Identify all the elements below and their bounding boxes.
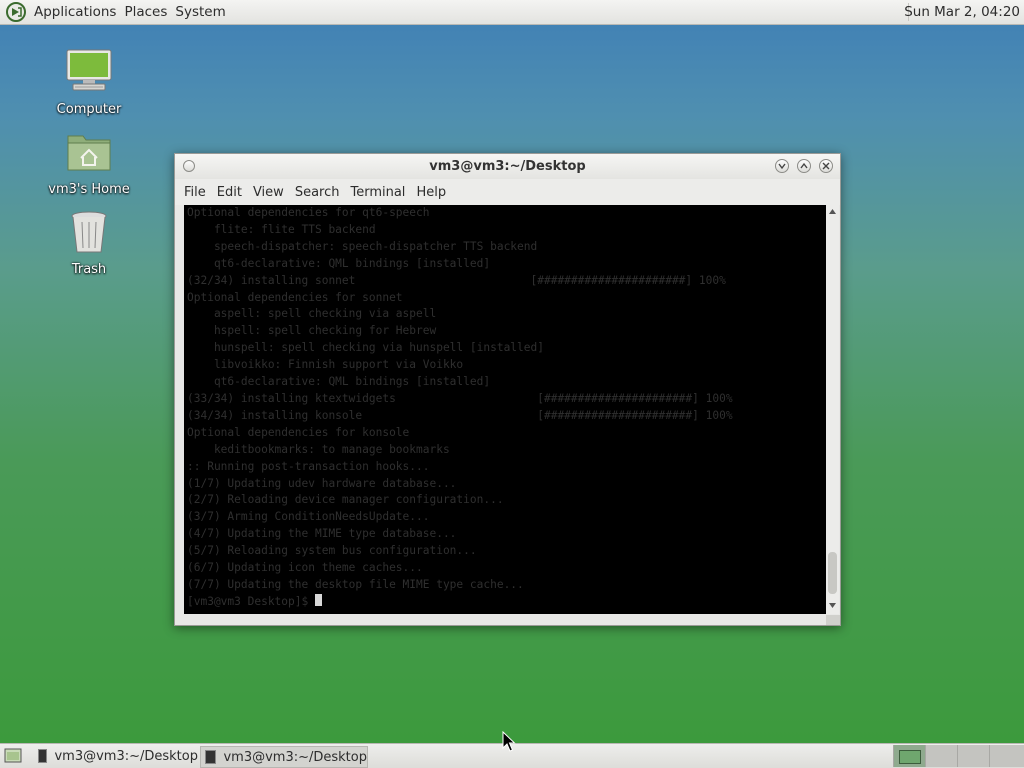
terminal-scrollbar[interactable] <box>826 205 839 614</box>
desktop-icon-trash[interactable]: Trash <box>44 208 134 277</box>
maximize-button[interactable] <box>797 159 811 173</box>
terminal-menubar: File Edit View Search Terminal Help <box>175 179 840 205</box>
terminal-line: :: Running post-transaction hooks... <box>187 459 430 473</box>
terminal-line: hspell: spell checking for Hebrew <box>213 324 437 338</box>
close-button[interactable] <box>819 159 833 173</box>
workspace-1[interactable] <box>893 745 925 767</box>
terminal-window[interactable]: vm3@vm3:~/Desktop File Edit View Search … <box>174 153 841 626</box>
terminal-line: (4/7) Updating the MIME type database... <box>187 527 457 541</box>
top-panel: Applications Places System Sun Mar 2, 04… <box>0 0 1024 25</box>
terminal-line: keditbookmarks: to manage bookmarks <box>213 442 450 456</box>
terminal-text: Optional dependencies for qt6-speech fli… <box>187 205 733 611</box>
terminal-line: (5/7) Reloading system bus configuration… <box>187 544 477 558</box>
terminal-line: (7/7) Updating the desktop file MIME typ… <box>187 577 524 591</box>
window-titlebar[interactable]: vm3@vm3:~/Desktop <box>175 154 840 179</box>
terminal-line: (1/7) Updating udev hardware database... <box>187 476 457 490</box>
terminal-line: (32/34) installing sonnet [#############… <box>187 273 726 287</box>
applications-menu[interactable]: Applications <box>30 4 120 20</box>
minimize-button[interactable] <box>775 159 789 173</box>
menu-terminal[interactable]: Terminal <box>341 185 411 200</box>
menu-search[interactable]: Search <box>286 185 346 200</box>
terminal-line: Optional dependencies for konsole <box>187 425 410 439</box>
clock[interactable]: Sun Mar 2, 04:20 <box>904 4 1020 20</box>
desktop-icon-label: vm3's Home <box>48 182 130 197</box>
taskbar-item-label: vm3@vm3:~/Desktop <box>54 748 198 764</box>
desktop-icon-computer[interactable]: Computer <box>44 48 134 117</box>
home-folder-icon <box>67 135 111 171</box>
terminal-line: (34/34) installing konsole [############… <box>187 408 733 422</box>
close-icon <box>822 162 830 170</box>
terminal-line: speech-dispatcher: speech-dispatcher TTS… <box>213 239 538 253</box>
terminal-icon <box>205 750 217 764</box>
scrollbar-thumb[interactable] <box>828 552 837 594</box>
desktop-icon-home[interactable]: vm3's Home <box>44 128 134 197</box>
chevron-down-icon <box>778 163 786 170</box>
terminal-lines: Optional dependencies for qt6-speech fli… <box>187 206 733 591</box>
taskbar-item-terminal-2[interactable]: vm3@vm3:~/Desktop <box>200 746 368 768</box>
trash-icon <box>71 211 107 253</box>
terminal-line: Optional dependencies for qt6-speech <box>187 206 430 219</box>
menu-help[interactable]: Help <box>407 185 452 200</box>
places-menu[interactable]: Places <box>120 4 171 20</box>
terminal-line: hunspell: spell checking via hunspell [i… <box>213 341 544 355</box>
scroll-up-icon[interactable] <box>829 209 836 214</box>
show-desktop-icon[interactable] <box>4 748 22 764</box>
terminal-line: libvoikko: Finnish support via Voikko <box>213 358 464 372</box>
menu-view[interactable]: View <box>244 185 290 200</box>
scroll-down-icon[interactable] <box>829 603 836 608</box>
mate-logo-icon[interactable] <box>6 2 26 22</box>
taskbar-item-terminal-1[interactable]: vm3@vm3:~/Desktop <box>34 746 198 766</box>
terminal-output[interactable]: Optional dependencies for qt6-speech fli… <box>184 205 826 614</box>
terminal-line: (6/7) Updating icon theme caches... <box>187 561 423 575</box>
terminal-line: (3/7) Arming ConditionNeedsUpdate... <box>187 510 430 524</box>
terminal-line: aspell: spell checking via aspell <box>213 307 437 321</box>
resize-grip[interactable] <box>826 615 840 625</box>
workspace-4[interactable] <box>989 745 1024 767</box>
computer-icon <box>66 49 112 91</box>
terminal-line: (2/7) Reloading device manager configura… <box>187 493 504 507</box>
menu-file[interactable]: File <box>175 185 212 200</box>
terminal-line: qt6-declarative: QML bindings [installed… <box>213 375 491 389</box>
terminal-cursor <box>314 593 322 606</box>
chevron-up-icon <box>800 162 808 169</box>
terminal-prompt: [vm3@vm3 Desktop]$ <box>187 594 315 608</box>
workspace-3[interactable] <box>957 745 989 767</box>
taskbar-item-label: vm3@vm3:~/Desktop <box>223 749 367 765</box>
terminal-line: flite: flite TTS backend <box>213 222 376 236</box>
desktop-icon-label: Computer <box>56 102 122 117</box>
system-menu[interactable]: System <box>171 4 229 20</box>
window-title: vm3@vm3:~/Desktop <box>429 159 586 174</box>
terminal-line: (33/34) installing ktextwidgets [#######… <box>187 391 733 405</box>
terminal-icon <box>38 749 48 763</box>
terminal-line: Optional dependencies for sonnet <box>187 290 403 304</box>
workspace-2[interactable] <box>925 745 957 767</box>
desktop-icon-label: Trash <box>71 262 107 277</box>
menu-edit[interactable]: Edit <box>208 185 248 200</box>
mouse-pointer-icon <box>502 731 516 752</box>
terminal-line: qt6-declarative: QML bindings [installed… <box>213 256 491 270</box>
